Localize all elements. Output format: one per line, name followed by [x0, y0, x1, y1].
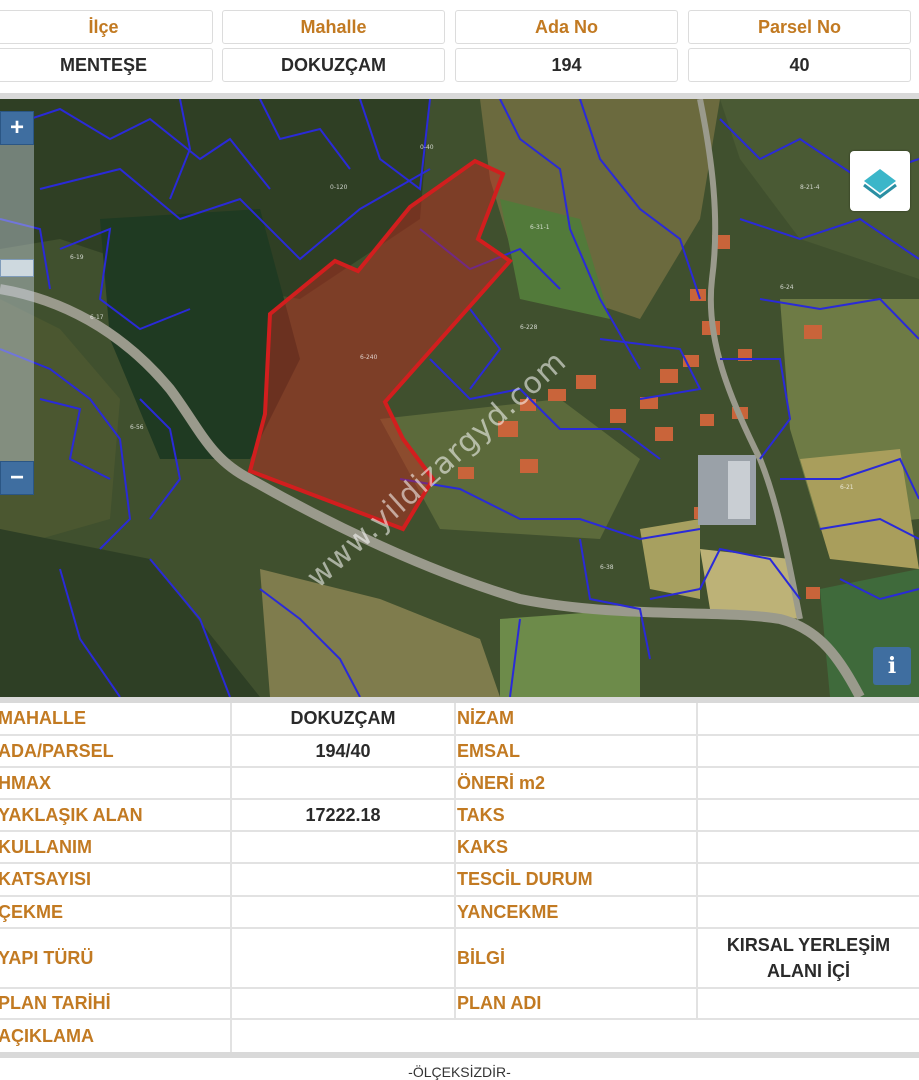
ada-label: Ada No [455, 10, 678, 44]
table-row: HMAX ÖNERİ m2 [0, 768, 919, 800]
row-value [230, 768, 454, 798]
parsel-label: Parsel No [688, 10, 911, 44]
table-row: ADA/PARSEL 194/40 EMSAL [0, 736, 919, 768]
satellite-map[interactable]: 0-120 0-40 6-31-1 8-21-4 6-24 6-228 6-19 6-17… [0, 99, 919, 697]
svg-text:6-19: 6-19 [70, 254, 84, 261]
zoom-in-button[interactable]: + [0, 111, 34, 145]
row-label: PLAN ADI [454, 989, 696, 1018]
zoom-slider[interactable] [0, 145, 34, 461]
svg-text:6-24: 6-24 [780, 284, 794, 291]
zoom-slider-handle[interactable] [0, 259, 34, 277]
row-label: NİZAM [454, 703, 696, 734]
row-value [696, 864, 919, 895]
table-row: YAPI TÜRÜ BİLGİ KIRSAL YERLEŞİM ALANI İÇ… [0, 929, 919, 989]
table-row: KULLANIM KAKS [0, 832, 919, 864]
row-label: HMAX [0, 772, 51, 793]
row-label: ADA/PARSEL [0, 740, 114, 761]
satellite-imagery: 0-120 0-40 6-31-1 8-21-4 6-24 6-228 6-19 6-17… [0, 99, 919, 697]
table-row: AÇIKLAMA [0, 1020, 919, 1052]
row-value [230, 929, 454, 987]
mahalle-value: DOKUZÇAM [222, 48, 445, 82]
row-label: MAHALLE [0, 708, 86, 728]
row-value [696, 989, 919, 1018]
row-value [230, 864, 454, 895]
layers-button[interactable] [850, 151, 910, 211]
row-value [696, 897, 919, 927]
row-label: KAKS [454, 832, 696, 862]
row-label: YAPI TÜRÜ [0, 947, 94, 968]
scale-note: -ÖLÇEKSİZDİR- [408, 1064, 511, 1080]
svg-text:0-40: 0-40 [420, 144, 434, 151]
table-row: ÇEKME YANCEKME [0, 897, 919, 929]
row-value [696, 800, 919, 830]
info-button[interactable]: i [873, 647, 911, 685]
row-label: BİLGİ [454, 929, 696, 987]
svg-text:8-21-4: 8-21-4 [800, 184, 820, 191]
row-label: ÇEKME [0, 901, 64, 922]
svg-text:6-31-1: 6-31-1 [530, 224, 550, 231]
row-value: 17222.18 [230, 800, 454, 830]
table-row: KATSAYISI TESCİL DURUM [0, 864, 919, 897]
ilce-label: İlçe [0, 10, 213, 44]
row-label: YAKLAŞIK ALAN [0, 804, 143, 825]
parcel-header: İlçe Mahalle Ada No Parsel No MENTEŞE DO… [0, 0, 919, 94]
row-value [696, 832, 919, 862]
row-label: PLAN TARİHİ [0, 993, 111, 1013]
row-label: TAKS [454, 800, 696, 830]
table-row: MAHALLE DOKUZÇAM NİZAM [0, 703, 919, 736]
row-label: KULLANIM [0, 836, 92, 857]
row-label: EMSAL [454, 736, 696, 766]
table-row: PLAN TARİHİ PLAN ADI [0, 989, 919, 1020]
row-value: 194/40 [230, 736, 454, 766]
svg-text:0-120: 0-120 [330, 184, 348, 191]
row-value [696, 736, 919, 766]
svg-text:6-38: 6-38 [600, 564, 614, 571]
row-value [696, 768, 919, 798]
ilce-value: MENTEŞE [0, 48, 213, 82]
row-label: AÇIKLAMA [0, 1025, 94, 1046]
svg-text:6-228: 6-228 [520, 324, 538, 331]
svg-text:6-17: 6-17 [90, 314, 104, 321]
svg-text:6-56: 6-56 [130, 424, 144, 431]
row-value [230, 989, 454, 1018]
row-label: YANCEKME [454, 897, 696, 927]
row-label: ÖNERİ m2 [454, 768, 696, 798]
row-label: TESCİL DURUM [454, 864, 696, 895]
row-value [230, 897, 454, 927]
divider [0, 1052, 919, 1058]
zoom-out-button[interactable]: − [0, 461, 34, 495]
row-value [230, 832, 454, 862]
parsel-value: 40 [688, 48, 911, 82]
table-row: YAKLAŞIK ALAN 17222.18 TAKS [0, 800, 919, 832]
row-value [230, 1020, 919, 1052]
svg-text:6-21: 6-21 [840, 484, 854, 491]
row-value: DOKUZÇAM [230, 703, 454, 734]
mahalle-label: Mahalle [222, 10, 445, 44]
layers-icon [863, 169, 897, 199]
row-label: KATSAYISI [0, 869, 92, 889]
row-value [696, 703, 919, 734]
row-value: KIRSAL YERLEŞİM ALANI İÇİ [696, 929, 919, 987]
svg-text:6-240: 6-240 [360, 354, 378, 361]
ada-value: 194 [455, 48, 678, 82]
